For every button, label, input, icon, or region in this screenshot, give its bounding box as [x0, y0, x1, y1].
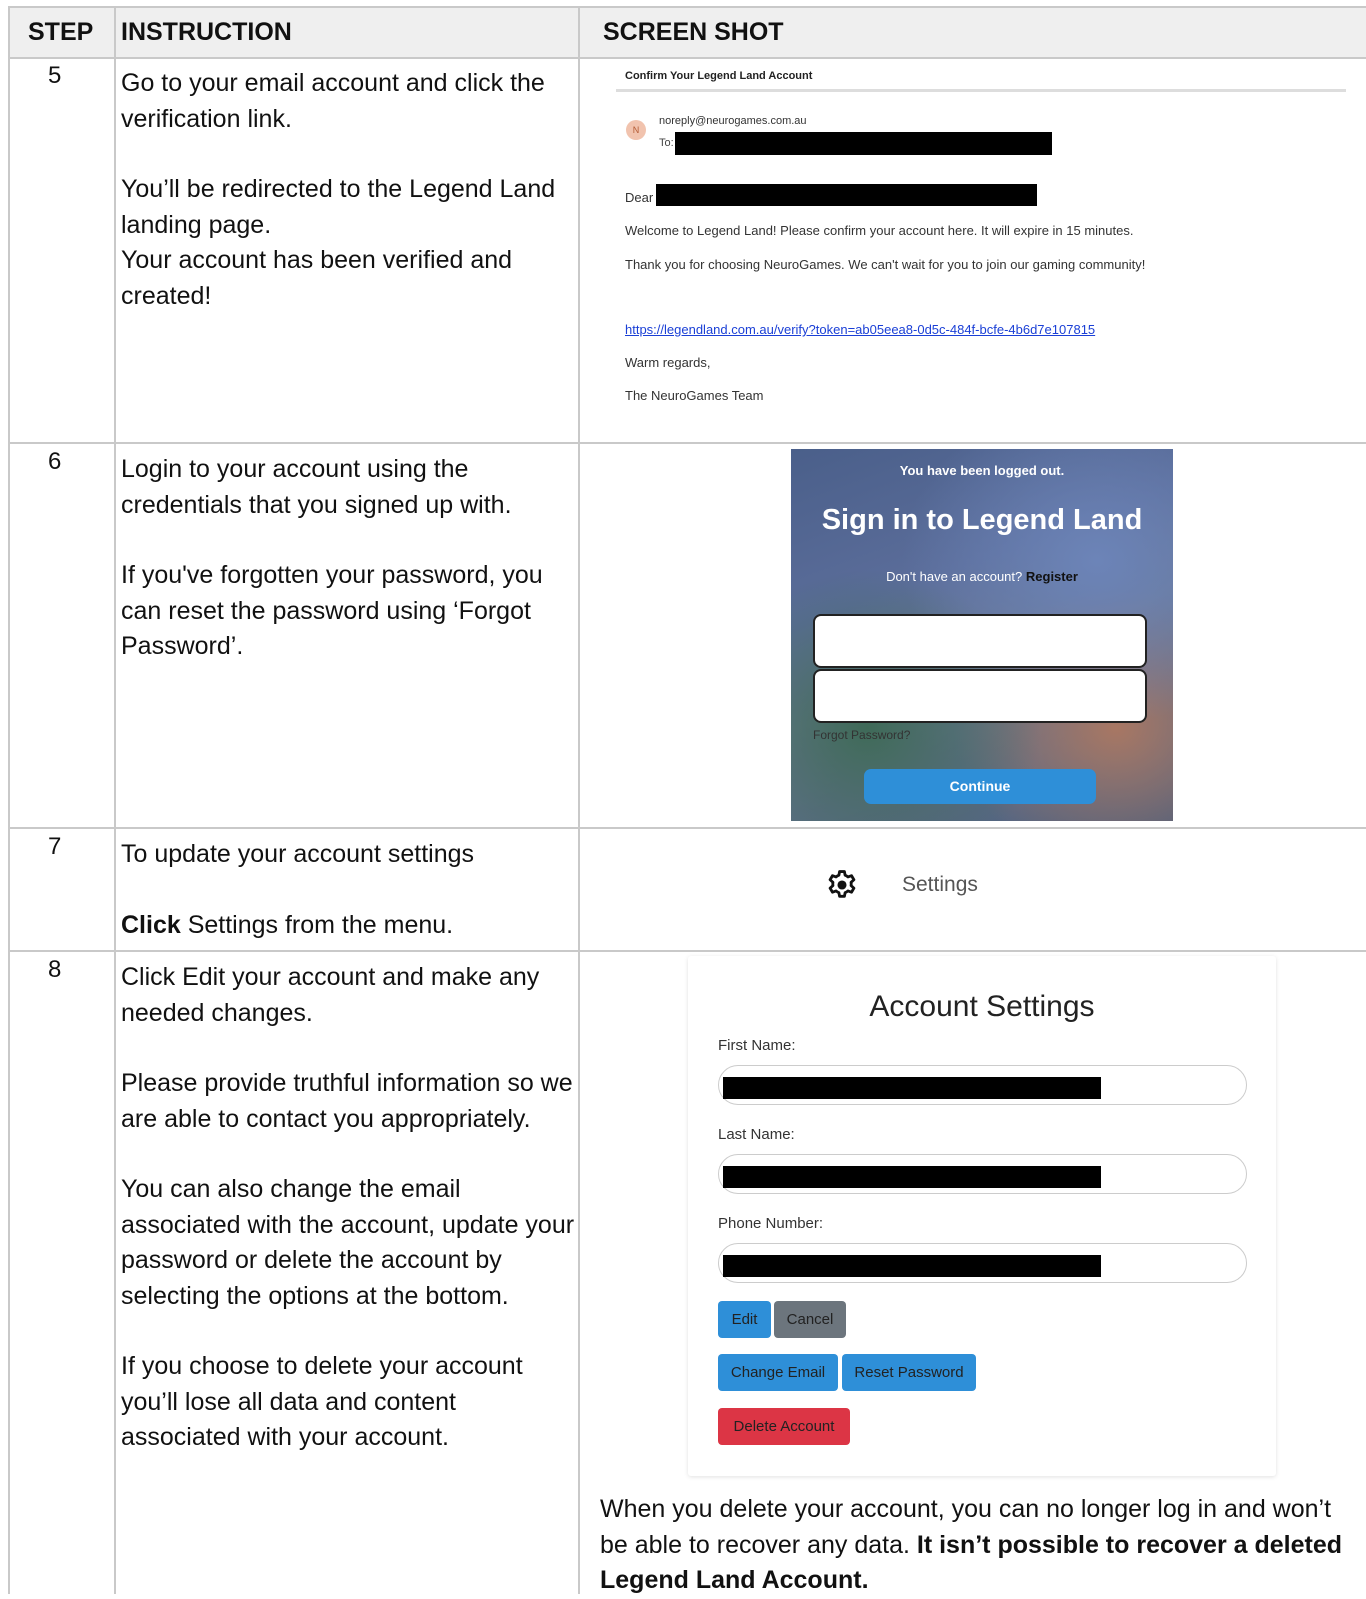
instruction-text: To update your account settings — [121, 840, 475, 868]
cancel-button[interactable]: Cancel — [774, 1301, 846, 1338]
step-number: 5 — [48, 62, 62, 89]
table-border — [578, 6, 580, 1594]
logged-out-message: You have been logged out. — [899, 463, 1065, 478]
gear-icon — [828, 870, 856, 898]
register-prompt: Don't have an account? Register — [791, 569, 1173, 584]
step-number: 6 — [48, 448, 62, 475]
email-greeting: Dear — [625, 190, 654, 205]
last-name-field[interactable] — [718, 1154, 1247, 1194]
login-title: Sign in to Legend Land — [821, 504, 1143, 536]
instruction-text: Go to your email account and click the v… — [121, 69, 545, 133]
instruction-text: You can also change the email associated… — [121, 1175, 575, 1310]
instruction-text: Click Settings from the menu. — [121, 908, 576, 944]
email-signature: The NeuroGames Team — [625, 388, 764, 403]
instruction-text: You’ll be redirected to the Legend Land … — [121, 175, 556, 239]
instruction-text: Please provide truthful information so w… — [121, 1069, 573, 1133]
reset-password-button[interactable]: Reset Password — [842, 1354, 976, 1391]
email-welcome: Welcome to Legend Land! Please confirm y… — [625, 223, 1134, 238]
email-screenshot: Confirm Your Legend Land Account N norep… — [610, 60, 1350, 430]
step-5-instruction: Go to your email account and click the v… — [121, 66, 576, 314]
instruction-text: Your account has been verified and creat… — [121, 246, 513, 310]
first-name-field[interactable] — [718, 1065, 1247, 1105]
header-step: STEP — [28, 18, 94, 46]
first-name-label: First Name: — [718, 1037, 796, 1054]
step-8-instruction: Click Edit your account and make any nee… — [121, 960, 576, 1456]
email-thanks: Thank you for choosing NeuroGames. We ca… — [625, 257, 1146, 272]
instruction-text: If you choose to delete your account you… — [121, 1352, 523, 1451]
bold-click: Click — [121, 910, 181, 939]
instruction-text: Click Edit your account and make any nee… — [121, 963, 540, 1027]
redaction-bar — [723, 1077, 1101, 1099]
email-subject: Confirm Your Legend Land Account — [625, 70, 813, 82]
verification-link[interactable]: https://legendland.com.au/verify?token=a… — [625, 322, 1095, 337]
step-number: 8 — [48, 956, 62, 983]
delete-warning: When you delete your account, you can no… — [600, 1492, 1360, 1599]
phone-label: Phone Number: — [718, 1215, 824, 1232]
instruction-text: If you've forgotten your password, you c… — [121, 561, 543, 660]
table-border — [114, 6, 116, 1594]
change-email-button[interactable]: Change Email — [718, 1354, 838, 1391]
email-to-label: To: — [659, 137, 674, 149]
settings-menu-item[interactable]: Settings — [825, 868, 978, 907]
settings-label: Settings — [902, 873, 978, 896]
password-input[interactable] — [813, 669, 1147, 723]
table-border — [8, 6, 1366, 8]
phone-field[interactable] — [718, 1243, 1247, 1283]
divider — [616, 89, 1346, 92]
header-instruction: INSTRUCTION — [121, 18, 292, 46]
step-number: 7 — [48, 833, 62, 860]
account-settings-title: Account Settings — [869, 990, 1095, 1023]
email-input[interactable] — [813, 614, 1147, 668]
step-7-instruction: To update your account settings Click Se… — [121, 837, 576, 943]
redaction-bar — [656, 184, 1037, 206]
redaction-bar — [723, 1255, 1101, 1277]
table-border — [8, 827, 1366, 829]
no-account-text: Don't have an account? — [886, 569, 1023, 584]
redaction-bar — [675, 132, 1052, 155]
step-6-instruction: Login to your account using the credenti… — [121, 452, 576, 665]
login-screenshot: You have been logged out. Sign in to Leg… — [791, 449, 1173, 821]
continue-button[interactable]: Continue — [864, 769, 1096, 804]
forgot-password-link[interactable]: Forgot Password? — [813, 728, 910, 742]
instruction-tail: Settings from the menu. — [180, 910, 454, 939]
edit-button[interactable]: Edit — [718, 1301, 771, 1338]
register-link[interactable]: Register — [1026, 569, 1078, 584]
header-screenshot: SCREEN SHOT — [603, 18, 784, 46]
redaction-bar — [723, 1166, 1101, 1188]
table-border — [8, 57, 1366, 59]
instruction-text: Login to your account using the credenti… — [121, 455, 512, 519]
last-name-label: Last Name: — [718, 1126, 795, 1143]
table-border — [8, 442, 1366, 444]
delete-account-button[interactable]: Delete Account — [718, 1408, 850, 1445]
sender-avatar: N — [626, 120, 646, 140]
email-regards: Warm regards, — [625, 355, 711, 370]
email-sender: noreply@neurogames.com.au — [659, 115, 807, 127]
account-settings-screenshot: Account Settings First Name: Last Name: … — [688, 956, 1276, 1476]
table-border — [8, 950, 1366, 952]
table-border — [8, 6, 10, 1594]
